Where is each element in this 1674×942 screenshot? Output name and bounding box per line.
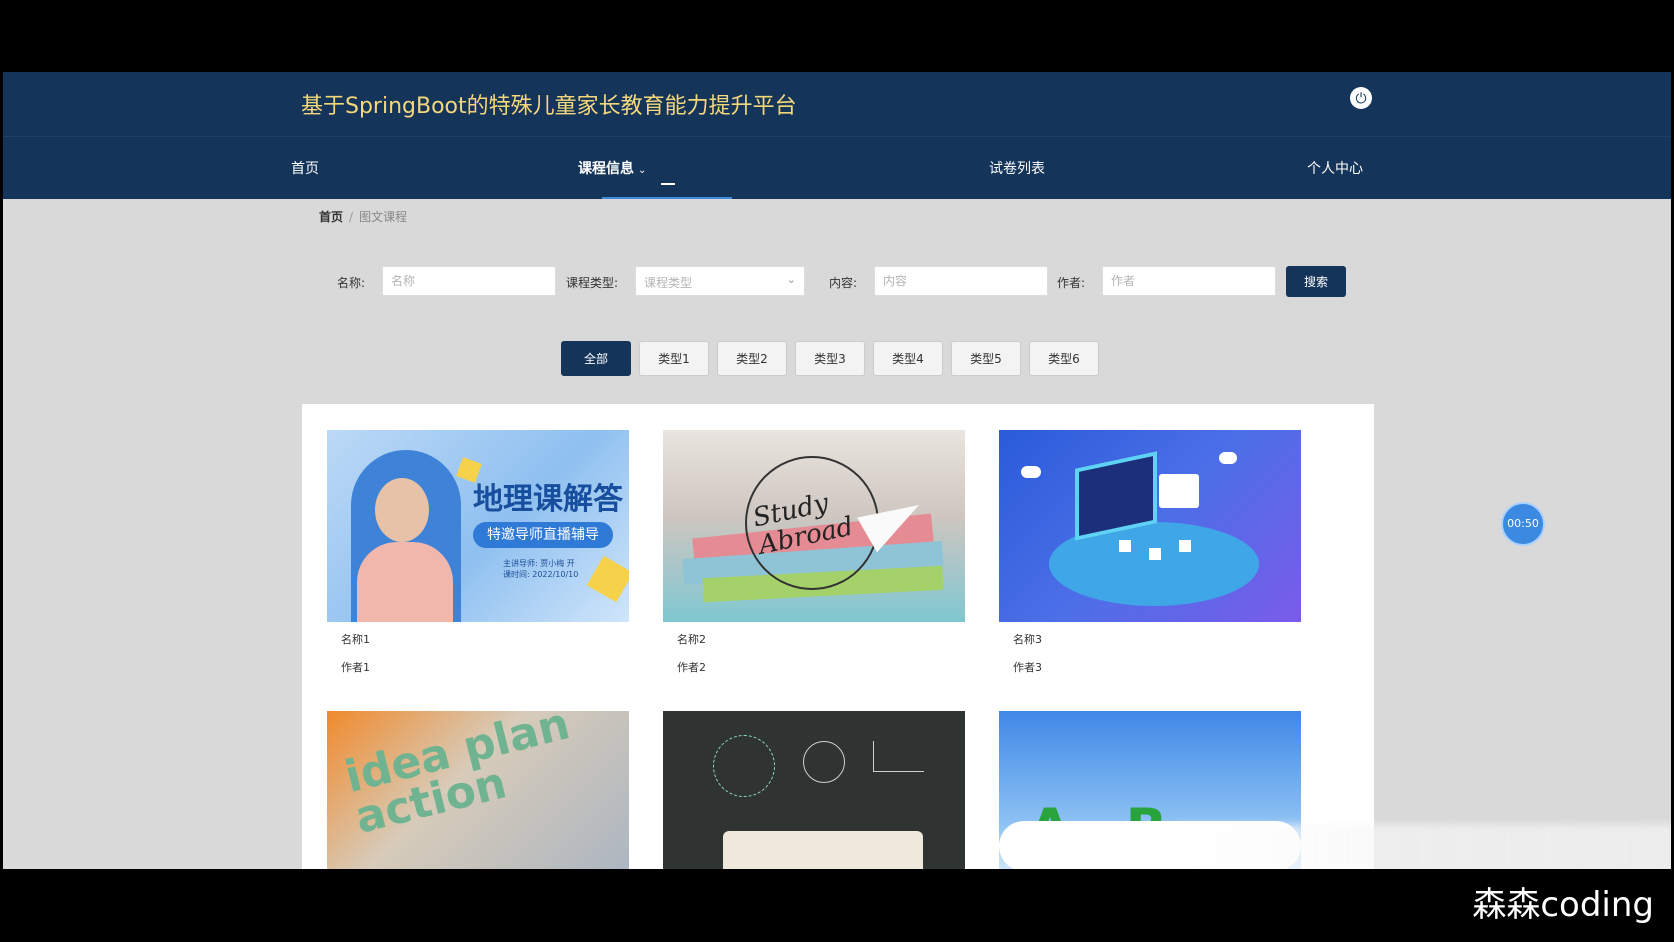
power-icon[interactable]: ⏻: [1350, 87, 1372, 109]
course-type-label: 课程类型:: [566, 276, 619, 290]
course-author: 作者3: [1013, 661, 1042, 674]
thumb-detail: 主讲导师: 贾小梅 开 课时间: 2022/10/10: [503, 559, 579, 579]
cloud: [1219, 452, 1237, 464]
desk: [1179, 540, 1191, 552]
active-indicator-underline: [602, 197, 732, 199]
search-button[interactable]: 搜索: [1286, 266, 1346, 297]
course-type-select[interactable]: 课程类型 ⌄: [635, 266, 805, 296]
course-card[interactable]: 名称3 作者3: [999, 430, 1301, 675]
chalk-chart: [873, 741, 924, 772]
top-header: 基于SpringBoot的特殊儿童家长教育能力提升平台 ⏻: [3, 72, 1671, 136]
course-name: 名称3: [1013, 633, 1042, 646]
breadcrumb-home[interactable]: 首页: [319, 210, 343, 224]
filter-tab-type2[interactable]: 类型2: [717, 341, 787, 376]
content-input[interactable]: [874, 266, 1048, 296]
filter-tab-all[interactable]: 全部: [561, 341, 631, 376]
course-type-placeholder: 课程类型: [644, 276, 693, 290]
thumb-subtitle: 特邀导师直播辅导: [473, 522, 613, 548]
recording-timer: 00:50: [1501, 502, 1545, 546]
filter-tab-type1[interactable]: 类型1: [639, 341, 709, 376]
course-thumbnail[interactable]: [999, 430, 1301, 622]
content-label: 内容:: [829, 276, 858, 290]
filter-tab-type4[interactable]: 类型4: [873, 341, 943, 376]
decor-cube: [586, 555, 629, 603]
nav-item-label: 个人中心: [1307, 161, 1363, 177]
name-label: 名称:: [337, 276, 366, 290]
author-label: 作者:: [1057, 276, 1086, 290]
type-filter-tabs: 全部 类型1 类型2 类型3 类型4 类型5 类型6: [561, 341, 1099, 376]
app-title: 基于SpringBoot的特殊儿童家长教育能力提升平台: [301, 94, 797, 119]
nav-item-label: 课程信息: [578, 161, 634, 177]
breadcrumb: 首页 / 图文课程: [319, 208, 407, 225]
filter-tab-type3[interactable]: 类型3: [795, 341, 865, 376]
breadcrumb-current: 图文课程: [359, 210, 408, 224]
course-card[interactable]: 地理课解答 特邀导师直播辅导 主讲导师: 贾小梅 开 课时间: 2022/10/…: [327, 430, 629, 675]
nav-item-label: 试卷列表: [989, 161, 1045, 177]
course-card[interactable]: idea plan action: [327, 711, 629, 869]
thumb-title: idea plan action: [340, 711, 575, 844]
app-screen: 基于SpringBoot的特殊儿童家长教育能力提升平台 ⏻ 首页 课程信息 ⌄ 试…: [3, 72, 1671, 869]
portrait-face: [375, 478, 429, 542]
desk: [1119, 540, 1131, 552]
chevron-down-icon: ⌄: [786, 274, 796, 286]
thumb-title: 地理课解答: [473, 482, 623, 517]
course-name: 名称2: [677, 633, 706, 646]
filter-tab-type6[interactable]: 类型6: [1029, 341, 1099, 376]
breadcrumb-separator: /: [349, 210, 354, 224]
portrait-body: [357, 542, 453, 622]
chalk-doodle: [803, 741, 845, 783]
nav-item-personal-center[interactable]: 个人中心: [1307, 158, 1363, 178]
chevron-down-icon: ⌄: [638, 165, 647, 176]
blur-overlay: [1173, 824, 1671, 869]
active-indicator-dash: [661, 183, 675, 185]
nav-item-exam-list[interactable]: 试卷列表: [989, 158, 1045, 178]
course-card[interactable]: [663, 711, 965, 869]
course-thumbnail[interactable]: 地理课解答 特邀导师直播辅导 主讲导师: 贾小梅 开 课时间: 2022/10/…: [327, 430, 629, 622]
watermark: 森森coding: [1472, 885, 1654, 925]
desk: [1149, 548, 1161, 560]
course-card[interactable]: Study Abroad 名称2 作者2: [663, 430, 965, 675]
nav-item-course-info[interactable]: 课程信息 ⌄: [578, 158, 646, 178]
course-name: 名称1: [341, 633, 370, 646]
open-book: [723, 831, 923, 869]
course-thumbnail[interactable]: Study Abroad: [663, 430, 965, 622]
nav-item-label: 首页: [291, 161, 319, 177]
course-author: 作者1: [341, 661, 370, 674]
main-nav: 首页 课程信息 ⌄ 试卷列表 个人中心: [3, 136, 1671, 199]
author-input[interactable]: [1102, 266, 1276, 296]
filter-tab-type5[interactable]: 类型5: [951, 341, 1021, 376]
course-grid: 地理课解答 特邀导师直播辅导 主讲导师: 贾小梅 开 课时间: 2022/10/…: [302, 404, 1374, 869]
course-author: 作者2: [677, 661, 706, 674]
chart-board: [1159, 474, 1199, 508]
nav-item-home[interactable]: 首页: [291, 158, 319, 178]
course-thumbnail[interactable]: idea plan action: [327, 711, 629, 869]
course-thumbnail[interactable]: [663, 711, 965, 869]
chalk-doodle: [713, 735, 775, 797]
name-input[interactable]: [382, 266, 556, 296]
cloud: [1021, 466, 1041, 478]
